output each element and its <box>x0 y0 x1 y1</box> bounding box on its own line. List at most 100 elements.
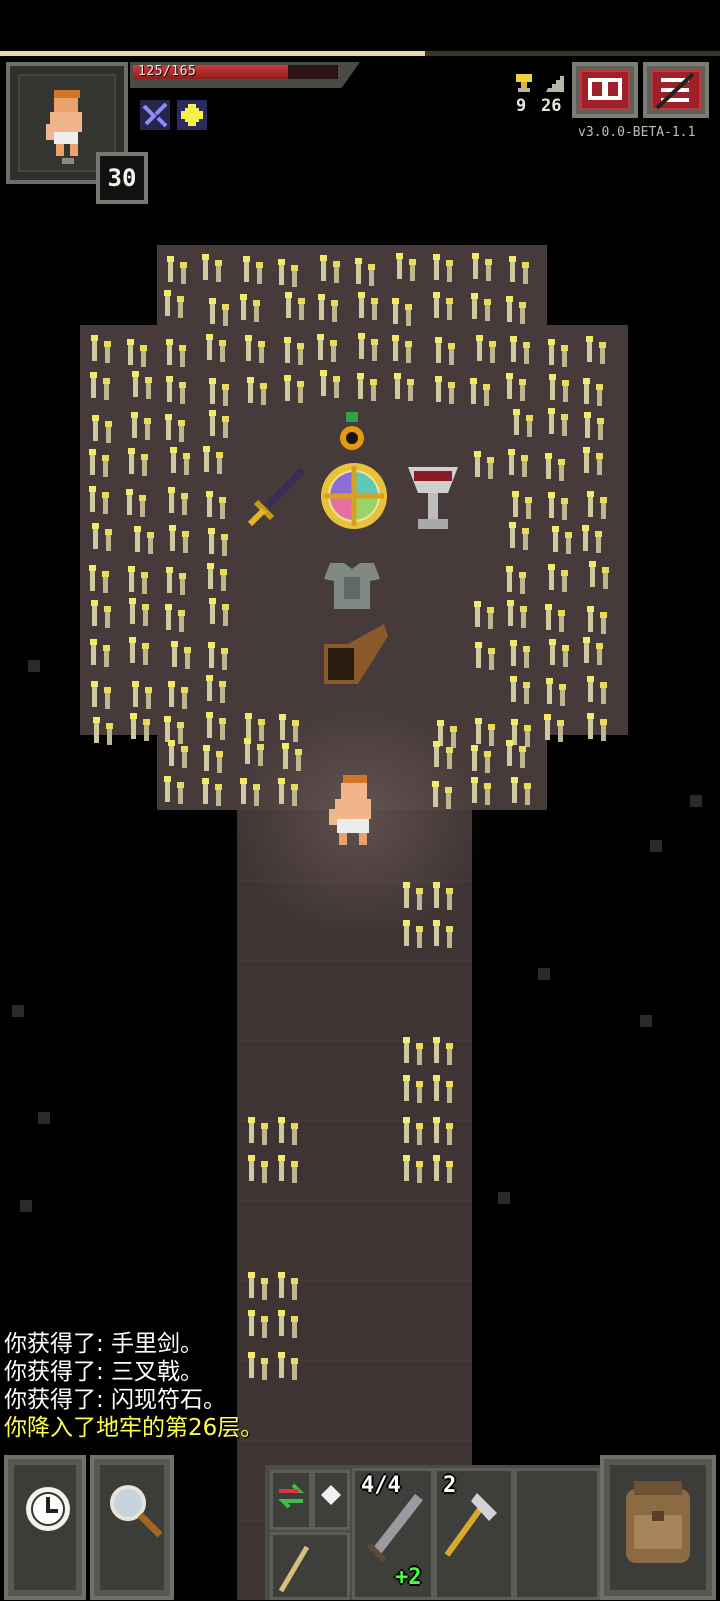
high-grass-tile <box>393 373 414 402</box>
wait-button[interactable] <box>4 1455 86 1600</box>
high-grass-tile <box>203 446 224 474</box>
dust-speck <box>20 1200 32 1212</box>
high-grass-tile <box>432 253 453 282</box>
artifact-wheel-item[interactable] <box>318 460 390 532</box>
high-grass-tile <box>403 1117 423 1145</box>
high-grass-tile <box>202 777 223 806</box>
quickslot-runestone[interactable] <box>312 1470 350 1530</box>
swap-quickslots-button[interactable] <box>270 1470 312 1530</box>
high-grass-tile <box>319 255 340 284</box>
high-grass-tile <box>508 448 529 477</box>
quickslot-sword[interactable]: 4/4 +2 <box>352 1468 434 1600</box>
high-grass-tile <box>509 335 530 364</box>
high-grass-tile <box>432 291 453 320</box>
high-grass-tile <box>474 641 495 670</box>
high-grass-tile <box>403 1155 423 1183</box>
high-grass-tile <box>131 371 152 400</box>
high-grass-tile <box>248 1272 268 1300</box>
high-grass-tile <box>506 565 527 594</box>
armor-item[interactable] <box>322 557 382 613</box>
clock-icon <box>26 1487 70 1531</box>
high-grass-tile <box>582 446 603 475</box>
high-grass-tile <box>208 641 229 670</box>
high-grass-tile <box>435 375 456 404</box>
high-grass-tile <box>206 491 227 520</box>
chalice-item[interactable] <box>404 463 462 533</box>
high-grass-tile <box>203 744 224 773</box>
high-grass-tile <box>435 337 456 366</box>
sword-item[interactable] <box>244 466 308 530</box>
quickslot-throwing-axe[interactable]: 2 <box>434 1468 514 1600</box>
high-grass-tile <box>205 674 226 703</box>
high-grass-tile <box>165 414 185 443</box>
high-grass-tile <box>277 259 298 288</box>
dust-speck <box>38 1112 50 1124</box>
high-grass-tile <box>208 377 229 406</box>
high-grass-tile <box>392 297 413 326</box>
dust-speck <box>12 1005 24 1017</box>
quickslot-wand[interactable] <box>270 1532 350 1600</box>
high-grass-tile <box>208 598 229 627</box>
high-grass-tile <box>544 714 565 743</box>
high-grass-tile <box>403 1037 423 1065</box>
high-grass-tile <box>433 1037 453 1065</box>
dust-speck <box>498 1192 510 1204</box>
wand-icon <box>278 1545 310 1593</box>
high-grass-tile <box>163 776 184 805</box>
log-line: 你获得了: 手里剑。 <box>4 1331 204 1357</box>
high-grass-tile <box>403 882 423 910</box>
high-grass-tile <box>168 739 189 768</box>
ring-item[interactable] <box>334 412 370 454</box>
high-grass-tile <box>509 255 530 284</box>
high-grass-tile <box>548 373 569 402</box>
backpack-icon <box>626 1481 690 1563</box>
high-grass-tile <box>470 377 491 406</box>
high-grass-tile <box>356 372 377 401</box>
high-grass-tile <box>209 410 230 439</box>
high-grass-tile <box>278 1272 298 1300</box>
high-grass-tile <box>164 290 185 319</box>
high-grass-tile <box>433 1117 453 1145</box>
high-grass-tile <box>208 528 228 557</box>
high-grass-tile <box>284 291 305 320</box>
high-grass-tile <box>170 447 191 476</box>
high-grass-tile <box>589 560 610 589</box>
high-grass-tile <box>127 448 148 477</box>
quickslot-empty[interactable] <box>514 1468 600 1600</box>
high-grass-tile <box>471 292 492 321</box>
dust-speck <box>690 795 702 807</box>
high-grass-tile <box>90 638 111 667</box>
backpack-button[interactable] <box>600 1455 716 1600</box>
quantity-label: 2 <box>443 1473 457 1498</box>
high-grass-tile <box>92 717 113 746</box>
high-grass-tile <box>506 372 527 401</box>
high-grass-tile <box>582 637 603 666</box>
dust-speck <box>28 660 40 672</box>
high-grass-tile <box>403 1075 423 1103</box>
high-grass-tile <box>88 448 109 477</box>
charges-label: 4/4 <box>361 1473 401 1498</box>
high-grass-tile <box>91 414 112 443</box>
high-grass-tile <box>208 297 229 326</box>
high-grass-tile <box>243 738 264 767</box>
high-grass-tile <box>126 339 147 368</box>
high-grass-tile <box>277 778 298 807</box>
high-grass-tile <box>166 256 187 285</box>
high-grass-tile <box>166 376 187 405</box>
high-grass-tile <box>242 256 263 285</box>
high-grass-tile <box>432 741 453 770</box>
high-grass-tile <box>358 292 379 321</box>
search-button[interactable] <box>90 1455 174 1600</box>
high-grass-tile <box>239 777 260 806</box>
horn-item[interactable] <box>318 622 390 694</box>
high-grass-tile <box>548 491 569 520</box>
high-grass-tile <box>508 522 529 551</box>
high-grass-tile <box>247 376 268 405</box>
high-grass-tile <box>278 1117 298 1145</box>
hero-character[interactable] <box>325 775 381 853</box>
high-grass-tile <box>433 882 453 910</box>
dust-speck <box>650 840 662 852</box>
high-grass-tile <box>206 563 227 592</box>
high-grass-tile <box>584 411 605 440</box>
high-grass-tile <box>510 640 531 669</box>
